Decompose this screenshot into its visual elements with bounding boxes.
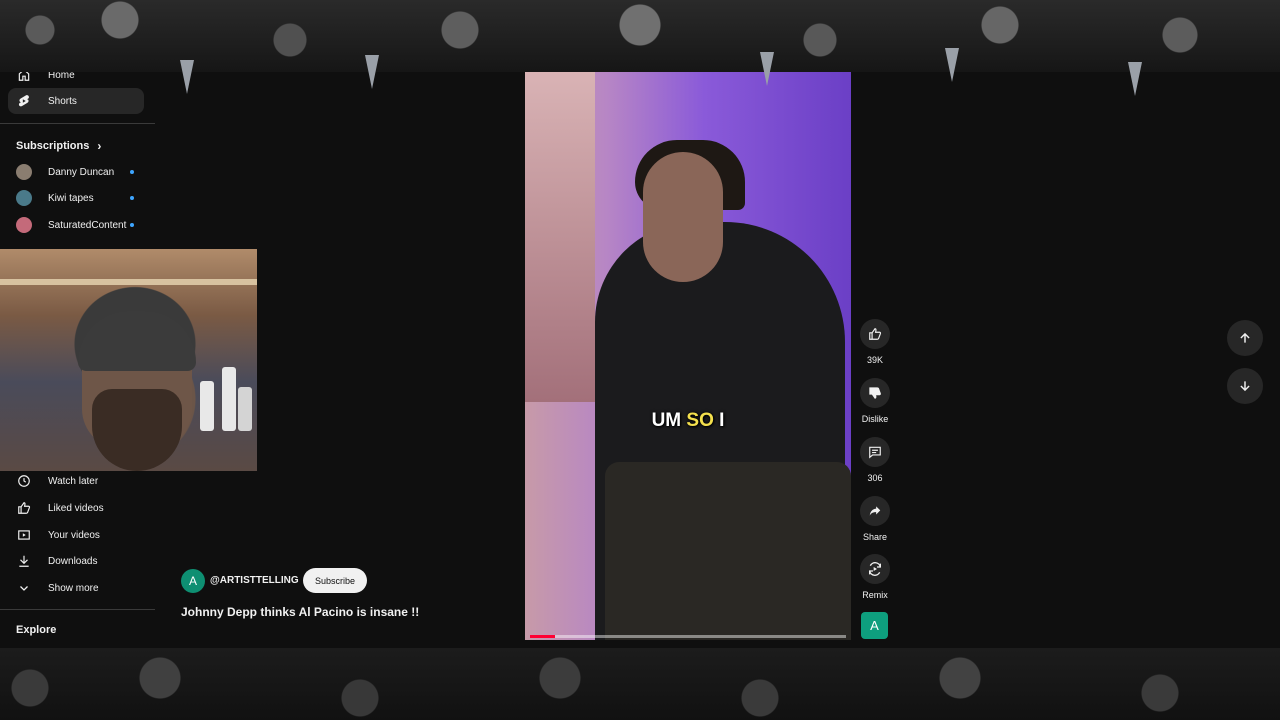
- bottle: [222, 367, 236, 431]
- caption-word: UM: [651, 410, 682, 431]
- new-content-dot: [130, 223, 134, 227]
- dislike-button[interactable]: [860, 378, 890, 408]
- previous-short-button[interactable]: [1227, 320, 1263, 356]
- sidebar-item-subscription[interactable]: Kiwi tapes: [16, 188, 136, 208]
- sidebar-item-downloads[interactable]: Downloads: [8, 548, 144, 574]
- video-background: [525, 72, 595, 402]
- channel-avatar[interactable]: A: [181, 569, 205, 593]
- download-icon: [16, 553, 32, 569]
- shorts-icon: [16, 93, 32, 109]
- decorative-spike: [760, 52, 774, 86]
- sidebar-divider: [0, 609, 155, 610]
- thumbs-up-icon: [16, 500, 32, 516]
- remix-action: Remix: [860, 554, 890, 600]
- comment-icon: [869, 446, 881, 459]
- share-label: Share: [862, 532, 888, 542]
- comment-count: 306: [867, 473, 883, 483]
- sidebar-item-label: Downloads: [48, 555, 98, 567]
- channel-thumbnail-button[interactable]: A: [861, 612, 888, 639]
- next-short-button[interactable]: [1227, 368, 1263, 404]
- channel-handle[interactable]: @ARTISTTELLING: [210, 575, 299, 586]
- sidebar-item-subscription[interactable]: Danny Duncan: [16, 162, 136, 182]
- sidebar-item-label: Show more: [48, 582, 99, 594]
- video-progress-bar[interactable]: [530, 635, 846, 638]
- sidebar-item-label: Your videos: [48, 529, 100, 541]
- subscriptions-label: Subscriptions: [16, 140, 90, 152]
- clock-icon: [16, 473, 32, 489]
- caption-word-highlighted: SO: [686, 410, 714, 431]
- chevron-right-icon: ›: [97, 139, 102, 153]
- short-title: Johnny Depp thinks Al Pacino is insane !…: [181, 605, 420, 619]
- chevron-down-icon: [16, 580, 32, 596]
- dislike-action: Dislike: [860, 378, 890, 424]
- avatar: [16, 217, 32, 233]
- remix-icon: [869, 562, 881, 576]
- decorative-spike: [365, 55, 379, 89]
- subscription-name: Kiwi tapes: [48, 192, 94, 204]
- play-square-icon: [16, 527, 32, 543]
- share-icon: [869, 506, 881, 516]
- video-chair: [605, 462, 851, 640]
- caption-word: I: [719, 410, 725, 431]
- bottle: [238, 387, 252, 431]
- comments-button[interactable]: [860, 437, 890, 467]
- sidebar-item-liked-videos[interactable]: Liked videos: [8, 495, 144, 521]
- sidebar-item-label: Shorts: [48, 95, 77, 107]
- subscribe-button[interactable]: Subscribe: [303, 568, 367, 593]
- sidebar-item-shorts[interactable]: Shorts: [8, 88, 144, 114]
- avatar: [16, 164, 32, 180]
- shelf: [0, 279, 257, 285]
- thumbs-up-icon: [869, 328, 882, 340]
- remix-button[interactable]: [860, 554, 890, 584]
- new-content-dot: [130, 196, 134, 200]
- subscription-name: SaturatedContent: [48, 219, 127, 231]
- sidebar-item-show-more[interactable]: Show more: [8, 575, 144, 601]
- short-video-player[interactable]: UM SO I: [525, 72, 851, 640]
- avatar: [16, 190, 32, 206]
- subscription-name: Danny Duncan: [48, 166, 115, 178]
- thumbs-down-icon: [869, 387, 881, 399]
- decorative-bottom-overlay: [0, 648, 1280, 720]
- video-subject-face: [643, 152, 723, 282]
- streamer-beanie: [78, 311, 196, 371]
- share-button[interactable]: [860, 496, 890, 526]
- like-action: 39K: [860, 319, 890, 365]
- subscriptions-header[interactable]: Subscriptions ›: [16, 139, 101, 153]
- sidebar-divider: [0, 123, 155, 124]
- remix-label: Remix: [862, 590, 888, 600]
- like-button[interactable]: [860, 319, 890, 349]
- comments-action: 306: [860, 437, 890, 483]
- sidebar-item-label: Watch later: [48, 475, 99, 487]
- arrow-down-icon: [1240, 381, 1250, 392]
- webcam-overlay: [0, 249, 257, 471]
- share-action: Share: [860, 496, 890, 542]
- like-count: 39K: [866, 355, 883, 365]
- decorative-spike: [945, 48, 959, 82]
- decorative-spike: [180, 60, 194, 94]
- arrow-up-icon: [1240, 332, 1250, 343]
- sidebar-item-watch-later[interactable]: Watch later: [8, 468, 144, 494]
- dislike-label: Dislike: [861, 414, 889, 424]
- new-content-dot: [130, 170, 134, 174]
- video-caption: UM SO I: [525, 410, 851, 432]
- streamer-beard: [92, 389, 182, 471]
- video-progress-fill: [530, 635, 556, 638]
- sidebar-item-your-videos[interactable]: Your videos: [8, 522, 144, 548]
- sidebar-item-subscription[interactable]: SaturatedContent: [16, 215, 136, 235]
- bottle: [200, 381, 214, 431]
- explore-header: Explore: [16, 624, 57, 636]
- decorative-spike: [1128, 62, 1142, 96]
- sidebar-item-label: Liked videos: [48, 502, 104, 514]
